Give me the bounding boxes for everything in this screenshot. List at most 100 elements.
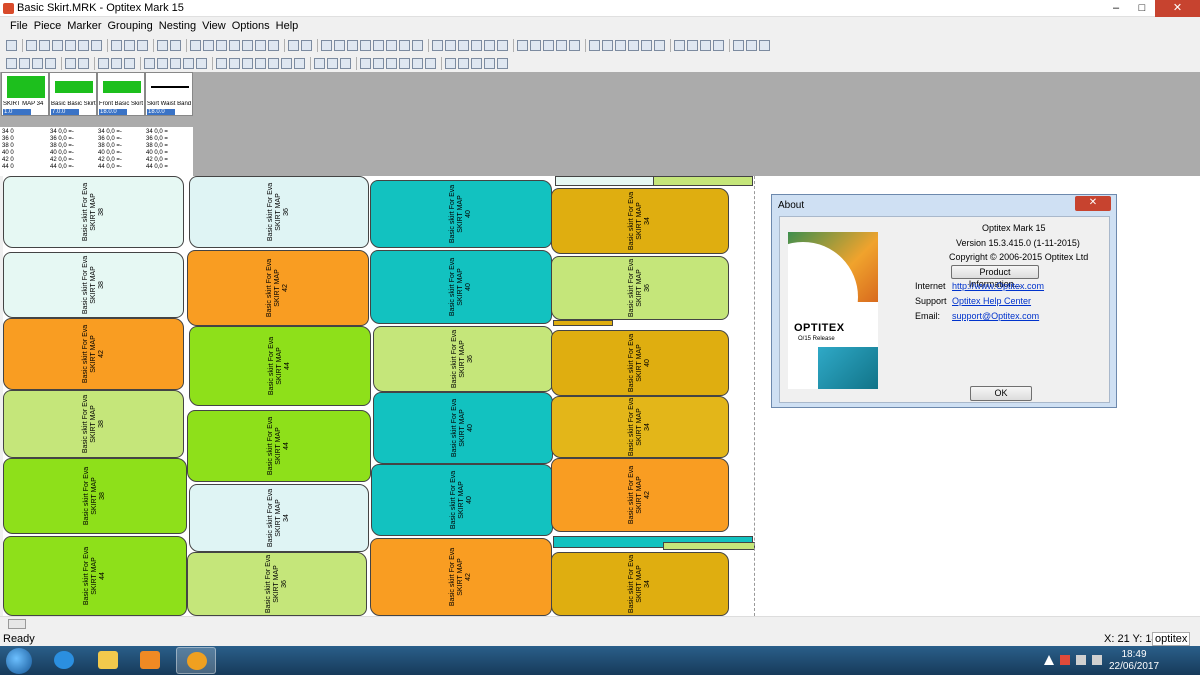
marker-piece[interactable]: Basic skirt For Eva SKIRT MAP 34: [551, 396, 729, 458]
toolbar-tool-icon[interactable]: [216, 58, 227, 69]
size-row[interactable]: 38 0,0 =: [146, 143, 168, 150]
piece-quantity[interactable]: 1.0: [3, 109, 31, 115]
marker-piece[interactable]: Basic skirt For Eva SKIRT MAP 44: [187, 410, 371, 482]
toolbar-tool-icon[interactable]: [321, 40, 332, 51]
marker-piece[interactable]: Basic skirt For Eva SKIRT MAP 40: [370, 180, 552, 248]
toolbar-tool-icon[interactable]: [268, 40, 279, 51]
toolbar-tool-icon[interactable]: [471, 58, 482, 69]
marker-canvas[interactable]: Basic skirt For Eva SKIRT MAP 38 Basic skir…: [3, 176, 755, 616]
toolbar-tool-icon[interactable]: [517, 40, 528, 51]
size-row[interactable]: 34 0,0 =-: [98, 129, 122, 136]
toolbar-tool-icon[interactable]: [52, 40, 63, 51]
toolbar-tool-icon[interactable]: [190, 40, 201, 51]
toolbar-tool-icon[interactable]: [412, 40, 423, 51]
size-row[interactable]: 44 0,0 =-: [50, 164, 74, 171]
marker-piece[interactable]: Basic skirt For Eva SKIRT MAP 42: [551, 458, 729, 532]
toolbar-tool-icon[interactable]: [399, 40, 410, 51]
piece-quantity[interactable]: 18.0.0: [147, 109, 175, 115]
marker-piece[interactable]: Basic skirt For Eva SKIRT MAP 40: [371, 464, 553, 536]
toolbar-tool-icon[interactable]: [242, 58, 253, 69]
support-link[interactable]: Optitex Help Center: [952, 296, 1031, 306]
marker-piece[interactable]: Basic skirt For Eva SKIRT MAP 36: [189, 176, 369, 248]
toolbar-tool-icon[interactable]: [347, 40, 358, 51]
toolbar-tool-icon[interactable]: [484, 40, 495, 51]
toolbar-tool-icon[interactable]: [373, 40, 384, 51]
waistband-piece[interactable]: [653, 176, 753, 186]
toolbar-tool-icon[interactable]: [327, 58, 338, 69]
toolbar-tool-icon[interactable]: [425, 58, 436, 69]
menu-piece[interactable]: Piece: [34, 18, 68, 35]
toolbar-tool-icon[interactable]: [615, 40, 626, 51]
clock-time[interactable]: 18:49: [1104, 649, 1164, 660]
toolbar-tool-icon[interactable]: [301, 40, 312, 51]
toolbar-tool-icon[interactable]: [124, 58, 135, 69]
toolbar-tool-icon[interactable]: [687, 40, 698, 51]
size-row[interactable]: 40 0,0 =-: [98, 150, 122, 157]
toolbar-tool-icon[interactable]: [111, 40, 122, 51]
menu-help[interactable]: Help: [276, 18, 305, 35]
marker-piece[interactable]: Basic skirt For Eva SKIRT MAP 44: [3, 536, 187, 616]
toolbar-tool-icon[interactable]: [602, 40, 613, 51]
toolbar-tool-icon[interactable]: [746, 40, 757, 51]
toolbar-tool-icon[interactable]: [45, 58, 56, 69]
menu-options[interactable]: Options: [232, 18, 276, 35]
menu-marker[interactable]: Marker: [67, 18, 107, 35]
toolbar-tool-icon[interactable]: [255, 58, 266, 69]
menu-view[interactable]: View: [202, 18, 232, 35]
toolbar-tool-icon[interactable]: [373, 58, 384, 69]
toolbar-tool-icon[interactable]: [445, 58, 456, 69]
size-row[interactable]: 44 0,0 =-: [98, 164, 122, 171]
toolbar-tool-icon[interactable]: [360, 58, 371, 69]
size-row[interactable]: 42 0,0 =: [146, 157, 168, 164]
toolbar-tool-icon[interactable]: [255, 40, 266, 51]
size-row[interactable]: 38 0: [2, 143, 14, 150]
size-row[interactable]: 42 0,0 =-: [50, 157, 74, 164]
marker-piece[interactable]: Basic skirt For Eva SKIRT MAP 38: [3, 252, 184, 318]
marker-piece[interactable]: Basic skirt For Eva SKIRT MAP 38: [3, 458, 187, 534]
toolbar-tool-icon[interactable]: [98, 58, 109, 69]
piece-card[interactable]: SKIRT MAP 34 1.0: [1, 72, 49, 116]
marker-piece[interactable]: Basic skirt For Eva SKIRT MAP 42: [370, 538, 552, 616]
size-row[interactable]: 40 0,0 =: [146, 150, 168, 157]
size-row[interactable]: 40 0: [2, 150, 14, 157]
toolbar-tool-icon[interactable]: [229, 40, 240, 51]
toolbar-tool-icon[interactable]: [569, 40, 580, 51]
toolbar-tool-icon[interactable]: [170, 58, 181, 69]
toolbar-tool-icon[interactable]: [628, 40, 639, 51]
email-link[interactable]: support@Optitex.com: [952, 311, 1039, 321]
toolbar-tool-icon[interactable]: [556, 40, 567, 51]
toolbar-tool-icon[interactable]: [399, 58, 410, 69]
internet-explorer-icon[interactable]: [44, 647, 84, 674]
size-row[interactable]: 44 0,0 =: [146, 164, 168, 171]
toolbar-tool-icon[interactable]: [281, 58, 292, 69]
toolbar-tool-icon[interactable]: [39, 40, 50, 51]
waistband-piece[interactable]: [663, 542, 755, 550]
toolbar-tool-icon[interactable]: [19, 58, 30, 69]
toolbar-tool-icon[interactable]: [412, 58, 423, 69]
waistband-piece[interactable]: [553, 320, 613, 326]
menu-nesting[interactable]: Nesting: [159, 18, 202, 35]
toolbar-tool-icon[interactable]: [144, 58, 155, 69]
toolbar-tool-icon[interactable]: [733, 40, 744, 51]
toolbar-tool-icon[interactable]: [700, 40, 711, 51]
toolbar-tool-icon[interactable]: [137, 40, 148, 51]
toolbar-tool-icon[interactable]: [32, 58, 43, 69]
toolbar-tool-icon[interactable]: [111, 58, 122, 69]
size-row[interactable]: 34 0,0 =-: [50, 129, 74, 136]
piece-quantity[interactable]: 18.0.0: [99, 109, 127, 115]
size-row[interactable]: 42 0,0 =-: [98, 157, 122, 164]
toolbar-tool-icon[interactable]: [26, 40, 37, 51]
size-row[interactable]: 38 0,0 =-: [50, 143, 74, 150]
toolbar-tool-icon[interactable]: [268, 58, 279, 69]
product-information-button[interactable]: Product Information...: [951, 265, 1039, 289]
piece-card[interactable]: Skirt Waist Band 18.0.0: [145, 72, 193, 116]
toolbar-tool-icon[interactable]: [294, 58, 305, 69]
toolbar-tool-icon[interactable]: [484, 58, 495, 69]
toolbar-tool-icon[interactable]: [497, 58, 508, 69]
menu-file[interactable]: File: [10, 18, 34, 35]
toolbar-tool-icon[interactable]: [6, 40, 17, 51]
toolbar-tool-icon[interactable]: [314, 58, 325, 69]
size-row[interactable]: 36 0,0 =-: [98, 136, 122, 143]
optitex-taskbar-icon[interactable]: [176, 647, 216, 674]
size-row[interactable]: 36 0: [2, 136, 14, 143]
